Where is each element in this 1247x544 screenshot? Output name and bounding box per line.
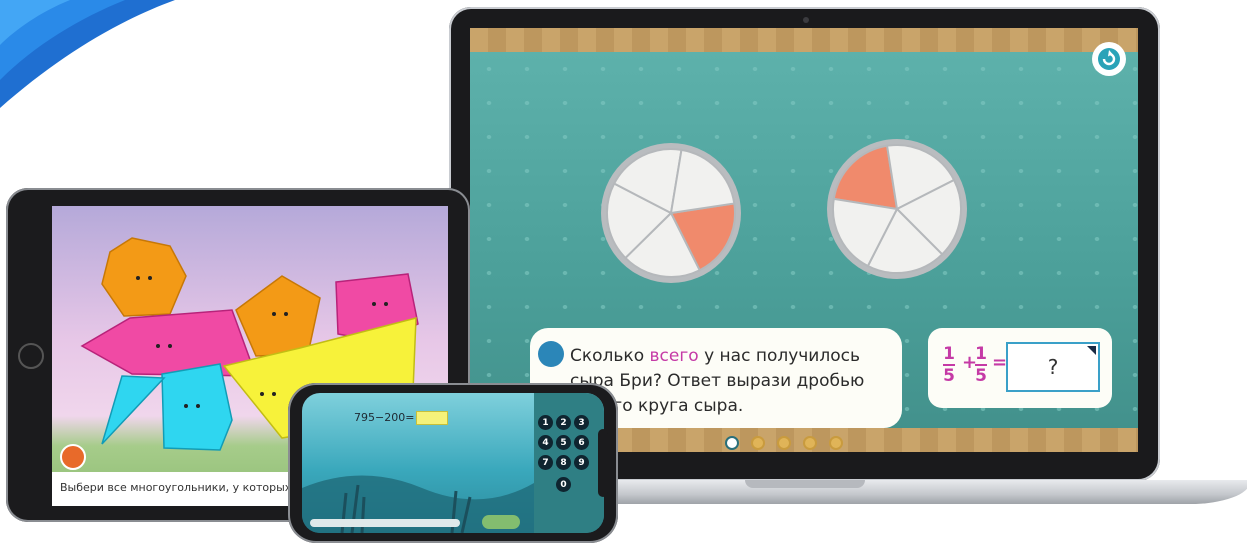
key-4[interactable]: 4 — [538, 435, 553, 450]
submit-button[interactable] — [482, 515, 520, 529]
phone-notch — [598, 429, 608, 497]
laptop-notch — [745, 480, 865, 488]
key-8[interactable]: 8 — [556, 455, 571, 470]
replay-icon — [1098, 48, 1120, 70]
laptop-camera — [803, 17, 809, 23]
fraction-2: 15 — [975, 344, 987, 386]
key-5[interactable]: 5 — [556, 435, 571, 450]
equals-sign: = — [992, 352, 1008, 373]
sound-icon[interactable] — [538, 341, 564, 367]
key-7[interactable]: 7 — [538, 455, 553, 470]
progress-dot — [829, 436, 843, 450]
progress-bar — [310, 519, 460, 527]
brand-swoosh — [0, 0, 175, 108]
arithmetic-task: 795−200= — [354, 411, 449, 425]
cheese-pie-right — [827, 139, 967, 279]
tablet-home-button — [18, 343, 44, 369]
polygon-pentagon-orange[interactable] — [235, 275, 321, 357]
answer-input[interactable]: ? — [1006, 342, 1100, 392]
number-keypad: 1 2 3 4 5 6 7 8 9 0 — [534, 393, 604, 533]
progress-dot-current — [725, 436, 739, 450]
progress-indicator — [725, 436, 843, 450]
phone-screen: 795−200= 1 2 3 4 5 6 7 8 9 0 — [302, 393, 604, 533]
question-text: Сколько всего у нас получилось сыра Бри?… — [570, 346, 865, 416]
cheese-pie-left — [601, 143, 741, 283]
progress-dot — [751, 436, 765, 450]
key-3[interactable]: 3 — [574, 415, 589, 430]
key-0[interactable]: 0 — [556, 477, 571, 492]
sound-icon[interactable] — [60, 444, 86, 470]
key-1[interactable]: 1 — [538, 415, 553, 430]
phone-frame: 795−200= 1 2 3 4 5 6 7 8 9 0 — [288, 383, 618, 543]
polygon-hexagon-orange[interactable] — [101, 237, 187, 317]
equation-panel: 15 + 15 = ? — [928, 328, 1112, 408]
replay-button[interactable] — [1092, 42, 1126, 76]
answer-corner-marker — [1087, 346, 1096, 355]
fraction-1: 15 — [943, 344, 955, 386]
task-caption: Выбери все многоугольники, у которых ч — [60, 481, 302, 494]
key-6[interactable]: 6 — [574, 435, 589, 450]
pie-slice-empty — [669, 148, 736, 215]
progress-dot — [777, 436, 791, 450]
key-2[interactable]: 2 — [556, 415, 571, 430]
answer-input[interactable] — [416, 411, 449, 425]
key-9[interactable]: 9 — [574, 455, 589, 470]
polygon-cyan-triangle[interactable] — [101, 375, 166, 445]
progress-dot — [803, 436, 817, 450]
answer-placeholder: ? — [1047, 355, 1059, 379]
wood-border-top — [470, 28, 1138, 52]
